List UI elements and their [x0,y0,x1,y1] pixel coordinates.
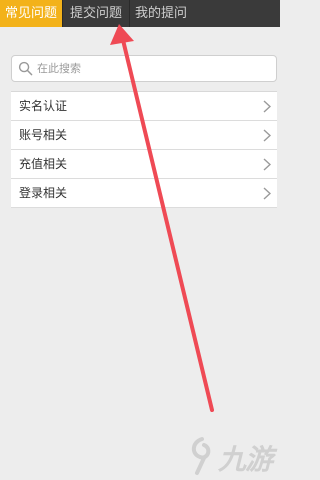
tab-faq[interactable]: 常见问题 [0,0,63,27]
search-placeholder: 在此搜索 [37,62,81,75]
list-item-login[interactable]: 登录相关 [11,179,277,208]
tab-my-questions[interactable]: 我的提问 [130,0,192,27]
nine-game-logo-icon [191,437,211,475]
list-item-real-name[interactable]: 实名认证 [11,92,277,121]
list-item-label: 实名认证 [19,99,68,113]
watermark-text: 九游 [218,443,273,476]
search-input[interactable]: 在此搜索 [11,55,277,82]
chevron-right-icon [263,100,271,113]
list-item-account[interactable]: 账号相关 [11,121,277,150]
list-item-label: 充值相关 [19,157,68,171]
chevron-right-icon [263,187,271,200]
list-item-label: 账号相关 [19,128,68,142]
faq-category-list: 实名认证 账号相关 充值相关 登录相关 [11,91,277,208]
chevron-right-icon [263,129,271,142]
tab-submit-question[interactable]: 提交问题 [63,0,130,27]
list-item-label: 登录相关 [19,186,68,200]
chevron-right-icon [263,158,271,171]
search-icon [18,61,33,76]
tab-bar: 常见问题 提交问题 我的提问 [0,0,280,27]
watermark: 九游 [186,434,278,478]
list-item-recharge[interactable]: 充值相关 [11,150,277,179]
